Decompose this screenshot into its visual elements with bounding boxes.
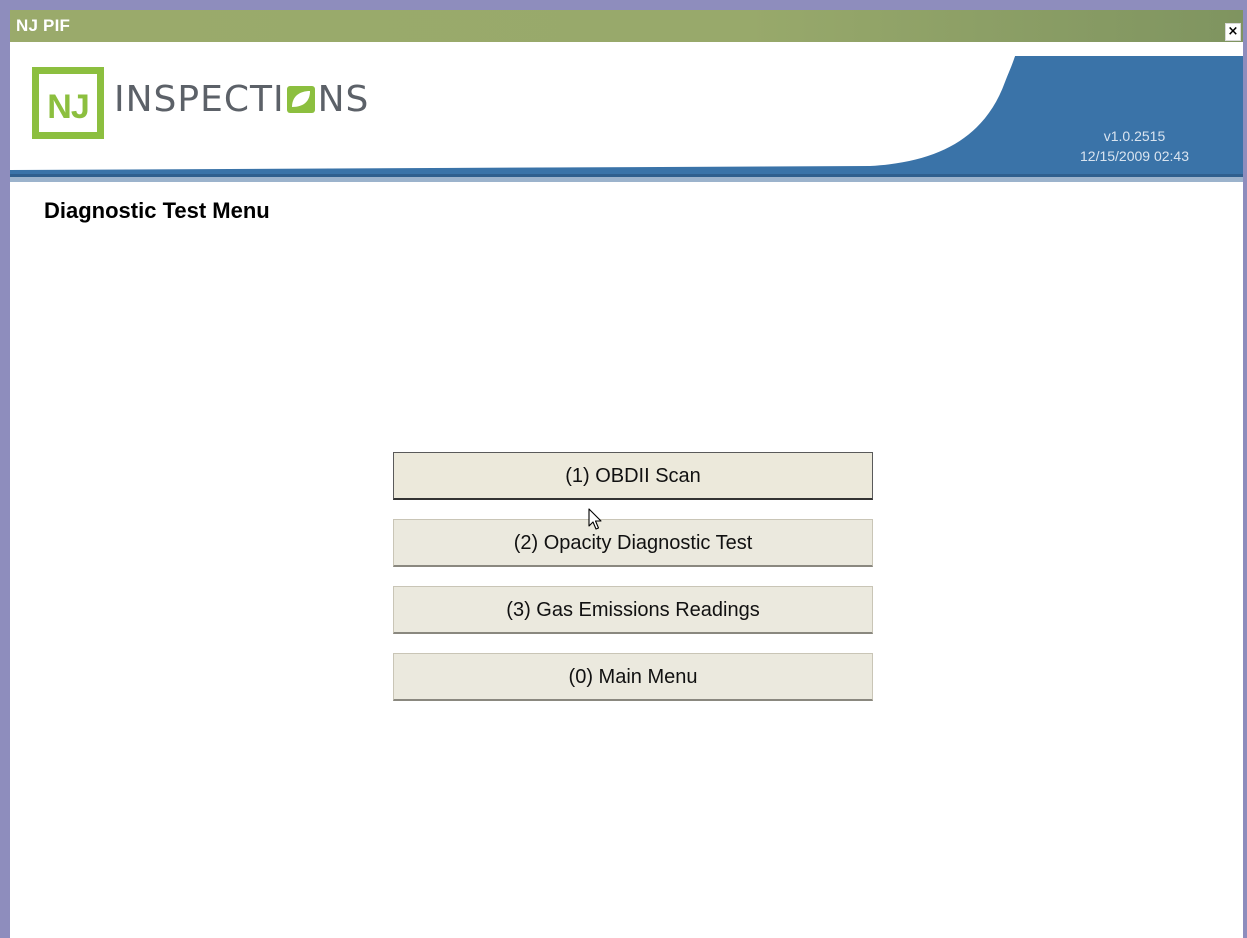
opacity-diagnostic-test-button[interactable]: (2) Opacity Diagnostic Test xyxy=(393,519,873,567)
page-title: Diagnostic Test Menu xyxy=(44,198,270,223)
mouse-pointer-icon xyxy=(588,508,602,530)
logo-nj-box: NJ xyxy=(32,67,104,139)
datetime-label: 12/15/2009 02:43 xyxy=(1080,148,1189,164)
window-title: NJ PIF xyxy=(16,16,71,35)
gas-emissions-readings-button[interactable]: (3) Gas Emissions Readings xyxy=(393,586,873,634)
close-button[interactable]: × xyxy=(1225,23,1241,41)
logo-word-part2: NS xyxy=(317,79,370,120)
app-header: NJ INSPECTI NS v1.0.2515 12/15/2009 02:4… xyxy=(10,42,1243,182)
logo-nj-text: NJ xyxy=(47,88,89,126)
close-icon: × xyxy=(1227,24,1239,39)
app-window: NJ PIF × NJ INSPECTI NS v1.0.2515 12/15/… xyxy=(0,0,1247,938)
logo-wordmark: INSPECTI NS xyxy=(114,79,369,120)
leaf-icon xyxy=(286,86,315,113)
logo-word-part1: INSPECTI xyxy=(114,79,285,120)
main-menu-button[interactable]: (0) Main Menu xyxy=(393,653,873,701)
obdii-scan-button[interactable]: (1) OBDII Scan xyxy=(393,452,873,500)
title-bar: NJ PIF × xyxy=(10,10,1243,42)
version-info: v1.0.2515 12/15/2009 02:43 xyxy=(1080,126,1189,166)
version-label: v1.0.2515 xyxy=(1103,128,1166,144)
